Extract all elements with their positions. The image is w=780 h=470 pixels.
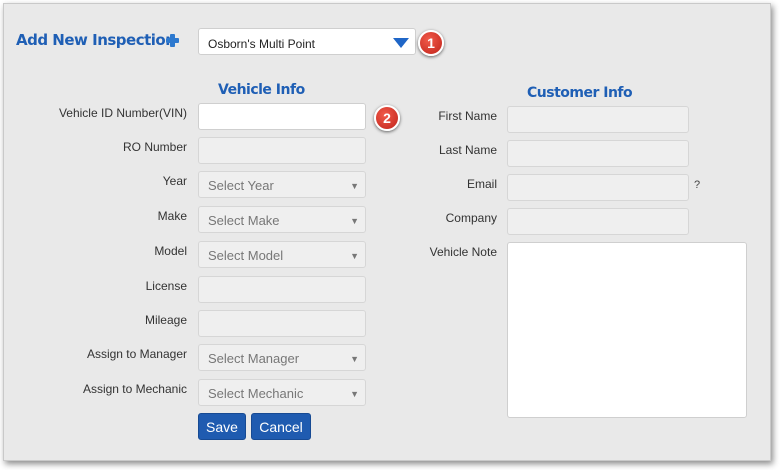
caret-down-icon: ▼ [350,389,359,399]
license-label: License [145,279,187,293]
cancel-button[interactable]: Cancel [251,413,311,440]
mileage-label: Mileage [144,313,187,327]
customer-info-heading: Customer Info [527,85,633,101]
license-input[interactable] [198,276,366,303]
make-label: Make [157,209,187,223]
vehicle-note-label: Vehicle Note [429,245,497,259]
make-select-value: Select Make [208,213,280,228]
vehicle-info-heading: Vehicle Info [218,82,305,98]
year-label: Year [162,174,187,188]
last-name-input[interactable] [507,140,689,167]
caret-down-icon: ▼ [350,354,359,364]
mechanic-select-value: Select Mechanic [208,386,304,401]
email-label: Email [466,177,497,191]
email-help-icon[interactable]: ? [694,179,700,191]
add-plus-icon[interactable] [166,34,179,47]
step-1-badge: 1 [418,30,444,56]
last-name-label: Last Name [438,143,497,157]
year-select-value: Select Year [208,178,274,193]
inspection-type-select[interactable]: Osborn's Multi Point [198,28,416,55]
manager-label: Assign to Manager [86,347,187,361]
model-label: Model [154,244,187,258]
mechanic-select[interactable]: Select Mechanic ▼ [198,379,366,406]
manager-select[interactable]: Select Manager ▼ [198,344,366,371]
mechanic-label: Assign to Mechanic [82,382,187,396]
inspection-type-value: Osborn's Multi Point [208,37,315,51]
save-button[interactable]: Save [198,413,246,440]
vin-label: Vehicle ID Number(VIN) [58,106,187,120]
ro-number-label: RO Number [122,140,187,154]
model-select-value: Select Model [208,248,284,263]
page-title: Add New Inspection [16,31,176,49]
vehicle-note-textarea[interactable] [507,242,747,418]
manager-select-value: Select Manager [208,351,300,366]
dropdown-arrow-icon [393,38,409,48]
first-name-input[interactable] [507,106,689,133]
company-input[interactable] [507,208,689,235]
email-input[interactable] [507,174,689,201]
company-label: Company [445,211,497,225]
mileage-input[interactable] [198,310,366,337]
first-name-label: First Name [438,109,497,123]
